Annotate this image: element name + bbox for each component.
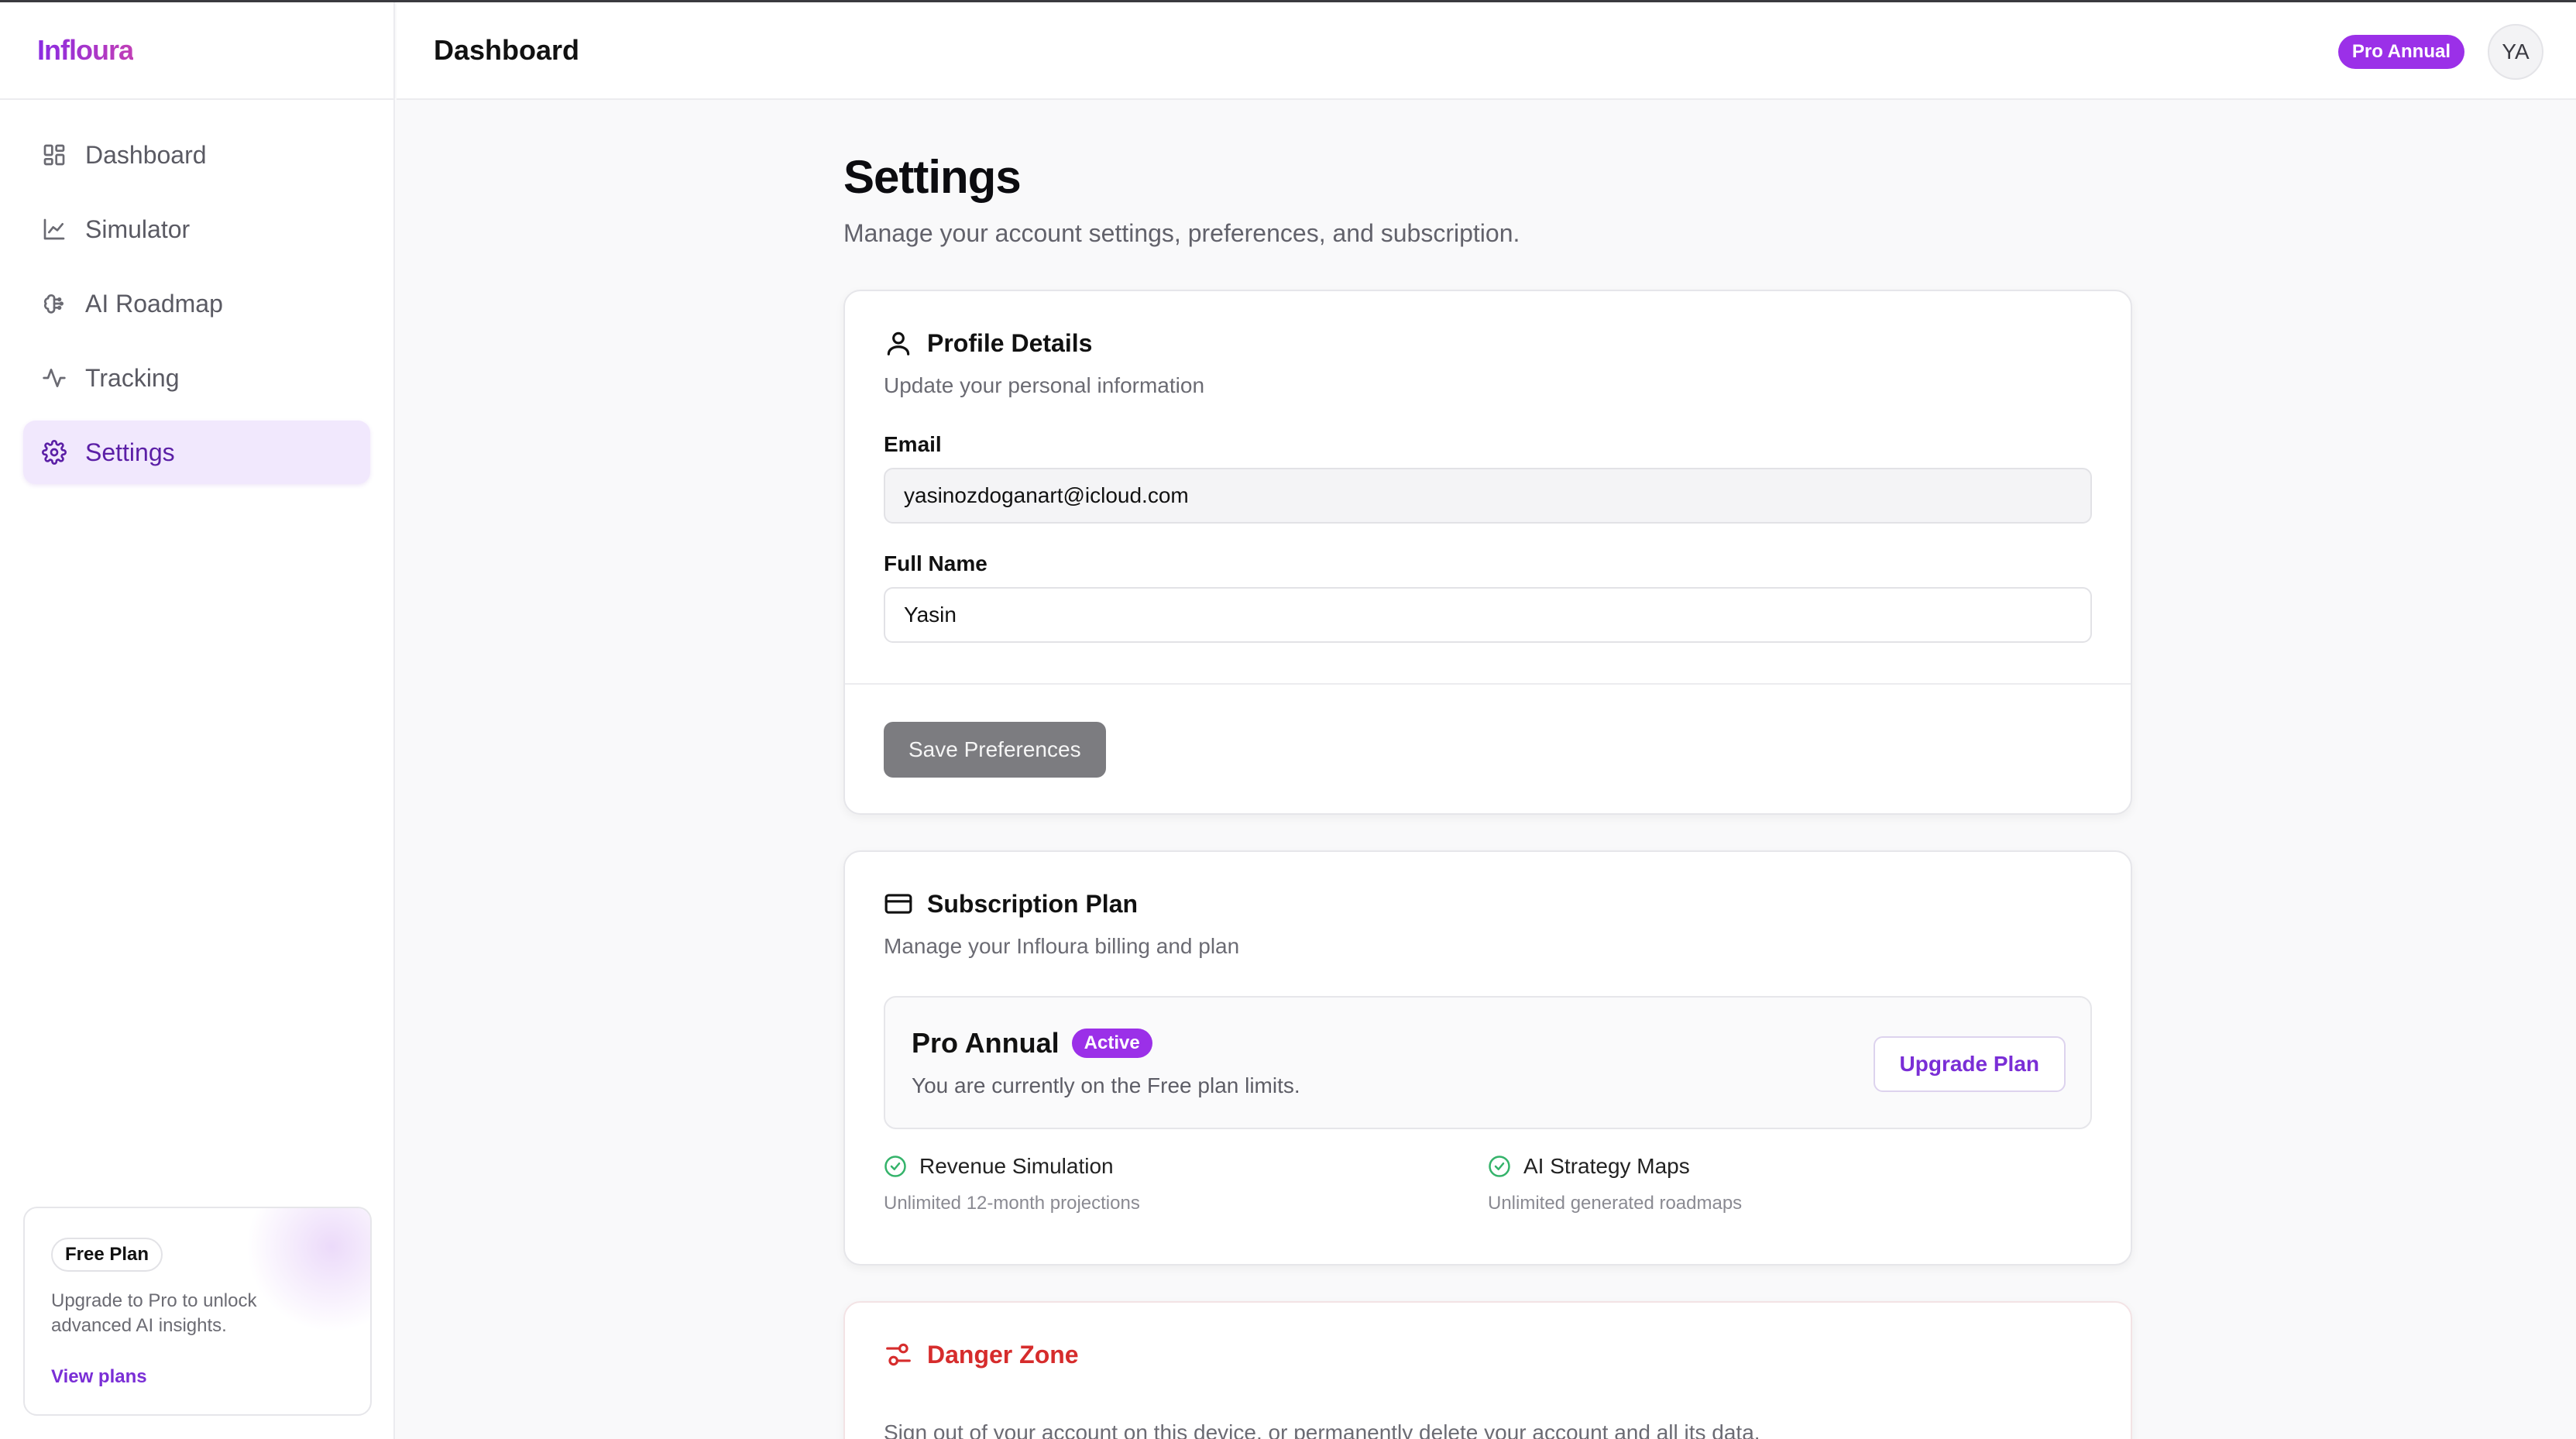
- profile-card-title: Profile Details: [884, 328, 2092, 358]
- upgrade-plan-button[interactable]: Upgrade Plan: [1873, 1036, 2066, 1092]
- danger-card-title: Danger Zone: [884, 1340, 2092, 1369]
- view-plans-link[interactable]: View plans: [51, 1366, 147, 1388]
- feature-description: Unlimited generated roadmaps: [1488, 1193, 1743, 1214]
- current-plan-box: Pro Annual Active You are currently on t…: [884, 996, 2092, 1129]
- sidebar-item-label: AI Roadmap: [85, 289, 223, 318]
- subscription-card-title: Subscription Plan: [884, 889, 2092, 919]
- plan-badge: Pro Annual: [2337, 35, 2464, 69]
- plan-name: Pro Annual: [912, 1027, 1060, 1059]
- header-title: Dashboard: [434, 34, 580, 66]
- sidebar-item-label: Dashboard: [85, 140, 207, 169]
- page-subtitle: Manage your account settings, preference…: [843, 219, 1520, 247]
- danger-zone-card: Danger Zone Sign out of your account on …: [843, 1301, 2132, 1439]
- plan-description: Upgrade to Pro to unlock advanced AI ins…: [51, 1290, 257, 1336]
- brain-icon: [43, 294, 64, 314]
- plan-pill: Free Plan: [51, 1238, 163, 1272]
- check-circle-icon: [884, 1156, 906, 1177]
- gear-icon: [42, 440, 67, 465]
- feature-head: Revenue Simulation: [884, 1154, 1488, 1179]
- name-group: Full Name: [884, 551, 2092, 643]
- header-right: Pro Annual YA: [2337, 24, 2543, 80]
- sidebar-item-dashboard[interactable]: Dashboard: [23, 123, 370, 187]
- feature-title: Revenue Simulation: [919, 1154, 1114, 1178]
- sidebar-item-label: Settings: [85, 438, 175, 466]
- sidebar-item-ai-roadmap[interactable]: AI Roadmap: [23, 272, 370, 335]
- sidebar-item-label: Tracking: [85, 363, 180, 392]
- feature-item: AI Strategy Maps Unlimited generated roa…: [1488, 1154, 2092, 1214]
- danger-title-text: Danger Zone: [927, 1340, 1079, 1369]
- profile-card: Profile Details Update your personal inf…: [843, 290, 2132, 815]
- profile-subtitle: Update your personal information: [884, 373, 1205, 397]
- email-label: Email: [884, 432, 942, 456]
- activity-icon: [43, 369, 66, 387]
- feature-item: Revenue Simulation Unlimited 12-month pr…: [884, 1154, 1488, 1214]
- brand-logo[interactable]: Infloura: [37, 34, 134, 67]
- profile-title-text: Profile Details: [927, 328, 1093, 357]
- check-circle-icon: [1489, 1156, 1510, 1177]
- sidebar-item-tracking[interactable]: Tracking: [23, 346, 370, 410]
- sidebar-item-settings[interactable]: Settings: [23, 421, 370, 484]
- feature-list: Revenue Simulation Unlimited 12-month pr…: [884, 1154, 2092, 1214]
- top-header: Dashboard Pro Annual YA: [397, 2, 2576, 100]
- subscription-subtitle: Manage your Infloura billing and plan: [884, 934, 1240, 958]
- sidebar-nav: Dashboard Simulator AI Roadmap Tracking …: [0, 100, 393, 484]
- brand-area: Infloura: [0, 2, 393, 100]
- user-icon: [887, 331, 910, 355]
- plan-upsell-card: Free Plan Upgrade to Pro to unlock advan…: [23, 1207, 372, 1416]
- sliders-icon: [886, 1343, 911, 1366]
- avatar[interactable]: YA: [2488, 24, 2543, 80]
- page-title: Settings: [843, 151, 1022, 203]
- full-name-field[interactable]: [884, 587, 2092, 643]
- status-badge: Active: [1071, 1029, 1152, 1058]
- grid-icon: [43, 144, 65, 166]
- feature-description: Unlimited 12-month projections: [884, 1193, 1140, 1214]
- profile-card-body: Profile Details Update your personal inf…: [845, 291, 2131, 685]
- subscription-card: Subscription Plan Manage your Infloura b…: [843, 850, 2132, 1266]
- feature-head: AI Strategy Maps: [1488, 1154, 2092, 1179]
- save-preferences-button[interactable]: Save Preferences: [884, 722, 1106, 778]
- feature-title: AI Strategy Maps: [1523, 1154, 1690, 1178]
- sidebar-item-label: Simulator: [85, 215, 191, 243]
- main-content: Settings Manage your account settings, p…: [843, 150, 2132, 1439]
- line-chart-icon: [43, 218, 65, 240]
- full-name-label: Full Name: [884, 551, 987, 575]
- email-field[interactable]: [884, 468, 2092, 524]
- credit-card-icon: [884, 894, 912, 914]
- subscription-title-text: Subscription Plan: [927, 889, 1139, 918]
- email-group: Email: [884, 432, 2092, 524]
- danger-description: Sign out of your account on this device,…: [884, 1420, 1760, 1439]
- sidebar-item-simulator[interactable]: Simulator: [23, 197, 370, 261]
- sidebar: Infloura Dashboard Simulator AI Roadmap …: [0, 2, 395, 1439]
